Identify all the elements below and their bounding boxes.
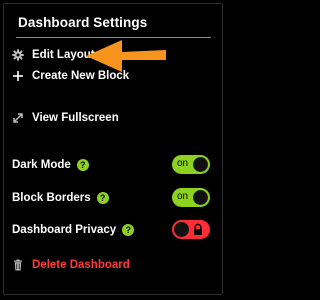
view-fullscreen-label: View Fullscreen: [32, 112, 119, 124]
block-borders-row: Block Borders ? on: [12, 188, 212, 208]
dashboard-privacy-help-icon[interactable]: ?: [122, 224, 135, 236]
panel-title: Dashboard Settings: [18, 15, 148, 30]
orange-arrow-icon: [86, 40, 166, 72]
view-fullscreen-button[interactable]: View Fullscreen: [12, 110, 119, 126]
dashboard-privacy-row: Dashboard Privacy ?: [12, 220, 212, 240]
dark-mode-toggle-state: on: [177, 158, 189, 169]
block-borders-toggle[interactable]: on: [172, 188, 210, 207]
dashboard-privacy-toggle-knob: [174, 222, 189, 237]
delete-dashboard-button[interactable]: Delete Dashboard: [12, 257, 130, 273]
dark-mode-row: Dark Mode ? on: [12, 155, 212, 175]
block-borders-help-icon[interactable]: ?: [96, 192, 109, 204]
trash-icon: [12, 259, 24, 271]
dashboard-privacy-toggle[interactable]: [172, 220, 210, 239]
expand-icon: [12, 112, 24, 124]
plus-icon: [12, 70, 24, 82]
block-borders-label: Block Borders: [12, 192, 91, 204]
gear-icon: [12, 49, 24, 61]
lock-icon: [194, 223, 202, 235]
dark-mode-toggle[interactable]: on: [172, 155, 210, 174]
dark-mode-toggle-knob: [193, 157, 208, 172]
delete-dashboard-label: Delete Dashboard: [32, 259, 130, 271]
block-borders-toggle-state: on: [177, 191, 189, 202]
block-borders-toggle-knob: [193, 190, 208, 205]
edit-layout-button[interactable]: Edit Layout: [12, 47, 95, 63]
dark-mode-help-icon[interactable]: ?: [76, 159, 89, 171]
dashboard-privacy-label: Dashboard Privacy: [12, 224, 117, 236]
dark-mode-label: Dark Mode: [12, 159, 71, 171]
